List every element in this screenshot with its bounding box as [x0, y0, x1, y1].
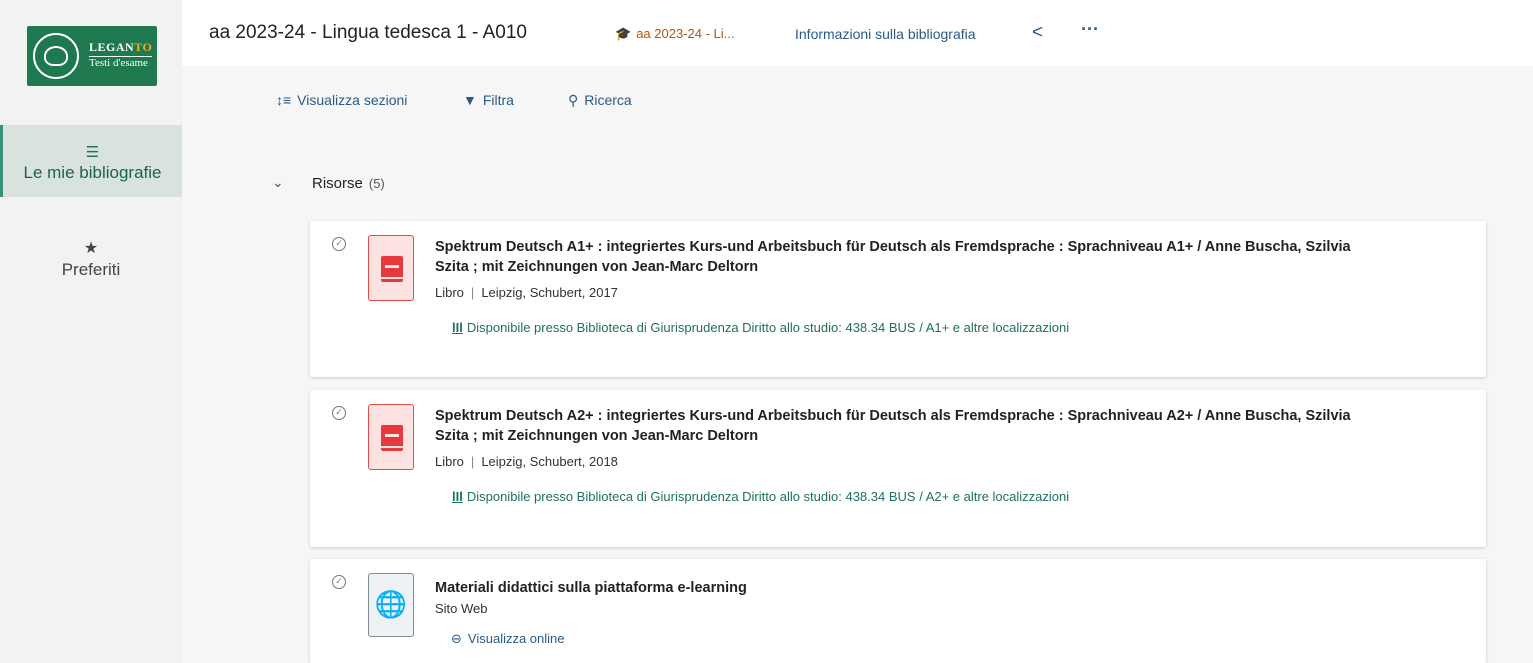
university-emblem-icon: [33, 33, 79, 79]
filter-icon: ▼: [463, 92, 477, 108]
citation-title[interactable]: Spektrum Deutsch A2+ : integriertes Kurs…: [435, 406, 1355, 446]
logo-title: LEGANTO: [89, 40, 153, 57]
citation-card[interactable]: ✓ Spektrum Deutsch A1+ : integriertes Ku…: [310, 221, 1486, 377]
sidebar-item-favorites[interactable]: ★ Preferiti: [0, 240, 182, 290]
list-info-link[interactable]: Informazioni sulla bibliografia: [795, 26, 976, 42]
search-button[interactable]: ⚲ Ricerca: [568, 92, 632, 109]
search-icon: ⚲: [568, 92, 579, 108]
page-header: aa 2023-24 - Lingua tedesca 1 - A010 🎓 aa…: [182, 0, 1533, 66]
citation-meta: Libro | Leipzig, Schubert, 2017: [435, 285, 618, 300]
leganto-app: LEGANTO Testi d'esame ☰ Le mie bibliogra…: [0, 0, 1533, 663]
chevron-down-icon[interactable]: ⌄: [272, 174, 284, 191]
library-icon: lIl: [452, 489, 463, 504]
citation-card[interactable]: ✓ Spektrum Deutsch A2+ : integriertes Ku…: [310, 390, 1486, 547]
citation-publication: Leipzig, Schubert, 2017: [481, 285, 618, 300]
citation-type: Libro: [435, 454, 464, 469]
sidebar-item-label: Le mie bibliografie: [23, 163, 162, 182]
check-circle-icon[interactable]: ✓: [332, 575, 346, 589]
citation-card[interactable]: ✓ 🌐 Materiali didattici sulla piattaform…: [310, 559, 1486, 663]
citation-title[interactable]: Spektrum Deutsch A1+ : integriertes Kurs…: [435, 237, 1355, 277]
list-icon: ☰: [85, 144, 100, 161]
book-type-icon: [368, 235, 414, 301]
course-link[interactable]: 🎓 aa 2023-24 - Li...: [615, 26, 734, 42]
library-icon: lIl: [452, 320, 463, 335]
main-content: aa 2023-24 - Lingua tedesca 1 - A010 🎓 aa…: [182, 0, 1533, 663]
section-title: Risorse (5): [312, 175, 385, 192]
logo-subtitle: Testi d'esame: [89, 57, 148, 69]
filter-button[interactable]: ▼ Filtra: [463, 92, 514, 108]
leganto-logo[interactable]: LEGANTO Testi d'esame: [27, 26, 157, 86]
star-icon: ★: [83, 240, 99, 257]
citation-type: Libro: [435, 285, 464, 300]
citation-title[interactable]: Materiali didattici sulla piattaforma e-…: [435, 578, 1355, 598]
course-label: aa 2023-24 - Li...: [636, 26, 735, 41]
book-type-icon: [368, 404, 414, 470]
link-icon: ⊖: [451, 631, 462, 646]
graduation-cap-icon: 🎓: [615, 26, 632, 41]
check-circle-icon[interactable]: ✓: [332, 406, 346, 420]
page-title: aa 2023-24 - Lingua tedesca 1 - A010: [209, 22, 527, 43]
citation-meta: Libro | Leipzig, Schubert, 2018: [435, 454, 618, 469]
share-icon[interactable]: <: [1032, 22, 1043, 44]
section-count: (5): [368, 176, 385, 191]
view-online-link[interactable]: ⊖ Visualizza online: [451, 631, 565, 647]
availability-link[interactable]: lIl Disponibile presso Biblioteca di Giur…: [435, 318, 1155, 337]
sidebar-item-label: Preferiti: [61, 260, 121, 279]
sidebar-item-my-lists[interactable]: ☰ Le mie bibliografie: [0, 125, 182, 197]
availability-link[interactable]: lIl Disponibile presso Biblioteca di Giur…: [435, 487, 1155, 506]
citation-type: Sito Web: [435, 601, 488, 616]
more-icon[interactable]: ···: [1081, 19, 1099, 40]
check-circle-icon[interactable]: ✓: [332, 237, 346, 251]
citation-publication: Leipzig, Schubert, 2018: [481, 454, 618, 469]
website-type-icon: 🌐: [368, 573, 414, 637]
sections-icon: ↕≡: [276, 92, 292, 108]
sidebar: LEGANTO Testi d'esame ☰ Le mie bibliogra…: [0, 0, 182, 663]
show-sections-button[interactable]: ↕≡ Visualizza sezioni: [276, 92, 407, 108]
